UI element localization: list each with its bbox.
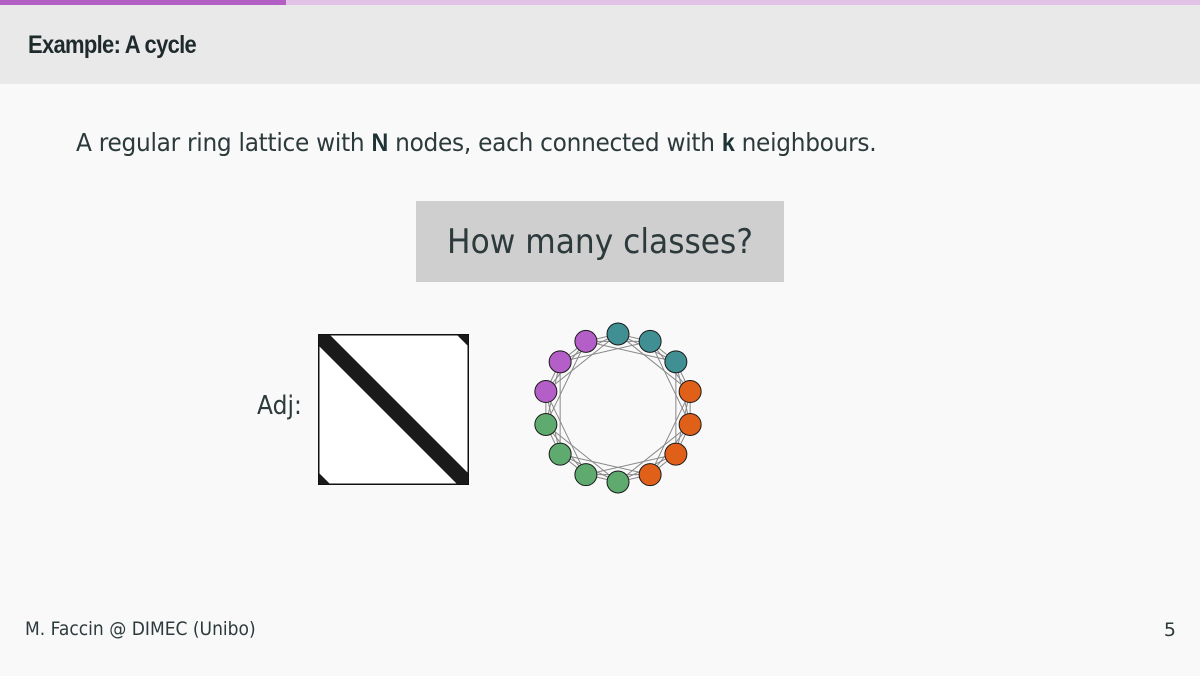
- graph-node: [664, 350, 688, 374]
- footer-author: M. Faccin @ DIMEC (Unibo): [25, 618, 256, 640]
- graph-node: [548, 350, 572, 374]
- intro-middle: nodes, each connected with: [388, 128, 722, 157]
- graph-node: [574, 463, 598, 487]
- intro-sentence: A regular ring lattice with N nodes, eac…: [76, 128, 877, 158]
- slide-title: Example: A cycle: [28, 31, 197, 59]
- slide-header: Example: A cycle: [0, 5, 1200, 84]
- adjacency-label: Adj:: [257, 391, 302, 421]
- intro-suffix: neighbours.: [734, 128, 877, 157]
- graph-node: [534, 412, 558, 436]
- graph-node: [638, 329, 662, 353]
- graph-node: [678, 380, 702, 404]
- ring-lattice-graph: [534, 322, 702, 494]
- graph-node: [574, 329, 598, 353]
- question-text: How many classes?: [447, 221, 753, 262]
- graph-node: [664, 442, 688, 466]
- graph-node: [606, 470, 630, 494]
- graph-node: [638, 463, 662, 487]
- intro-bold-k: k: [721, 129, 735, 157]
- intro-prefix: A regular ring lattice with: [76, 128, 372, 157]
- adjacency-matrix: [318, 334, 469, 485]
- graph-node: [678, 412, 702, 436]
- page-number: 5: [1163, 619, 1176, 641]
- intro-bold-n: N: [371, 129, 389, 157]
- graph-node: [548, 442, 572, 466]
- question-box: How many classes?: [416, 201, 784, 282]
- graph-node: [534, 380, 558, 404]
- graph-node: [606, 322, 630, 346]
